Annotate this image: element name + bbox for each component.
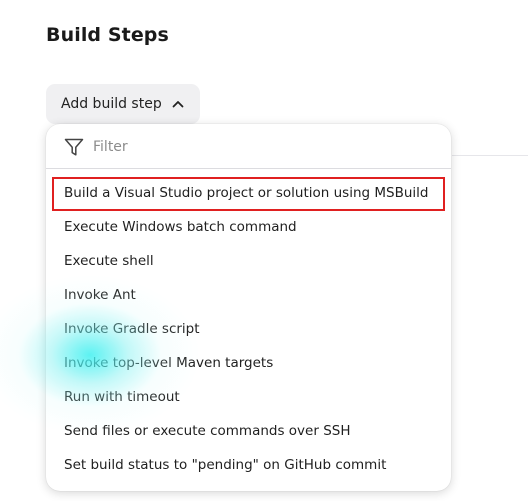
filter-input[interactable] [93,136,393,158]
list-item-send-files-ssh[interactable]: Send files or execute commands over SSH [46,414,451,448]
list-item-label: Set build status to "pending" on GitHub … [64,457,387,473]
section-divider [452,155,528,156]
list-item-label: Execute shell [64,253,154,269]
list-item-invoke-ant[interactable]: Invoke Ant [46,278,451,312]
list-item-label: Invoke Ant [64,287,136,303]
list-item-run-with-timeout[interactable]: Run with timeout [46,380,451,414]
list-item-execute-shell[interactable]: Execute shell [46,244,451,278]
page: Build Steps Add build step Build a Visua… [0,0,528,501]
list-item-invoke-gradle[interactable]: Invoke Gradle script [46,312,451,346]
filter-icon [64,138,84,157]
list-item-label: Invoke top-level Maven targets [64,355,274,371]
section-title: Build Steps [46,24,169,46]
list-item-msbuild[interactable]: Build a Visual Studio project or solutio… [46,176,451,210]
list-item-label: Execute Windows batch command [64,219,297,235]
list-item-label: Send files or execute commands over SSH [64,423,351,439]
chevron-up-icon [172,100,184,108]
add-build-step-label: Add build step [61,96,162,112]
list-item-label: Invoke Gradle script [64,321,200,337]
add-build-step-button[interactable]: Add build step [46,84,200,124]
list-item-github-status[interactable]: Set build status to "pending" on GitHub … [46,448,451,482]
build-step-dropdown: Build a Visual Studio project or solutio… [46,124,451,491]
list-item-label: Build a Visual Studio project or solutio… [64,185,429,201]
list-item-label: Run with timeout [64,389,180,405]
list-item-windows-batch[interactable]: Execute Windows batch command [46,210,451,244]
list-item-invoke-maven[interactable]: Invoke top-level Maven targets [46,346,451,380]
filter-row [46,124,451,169]
